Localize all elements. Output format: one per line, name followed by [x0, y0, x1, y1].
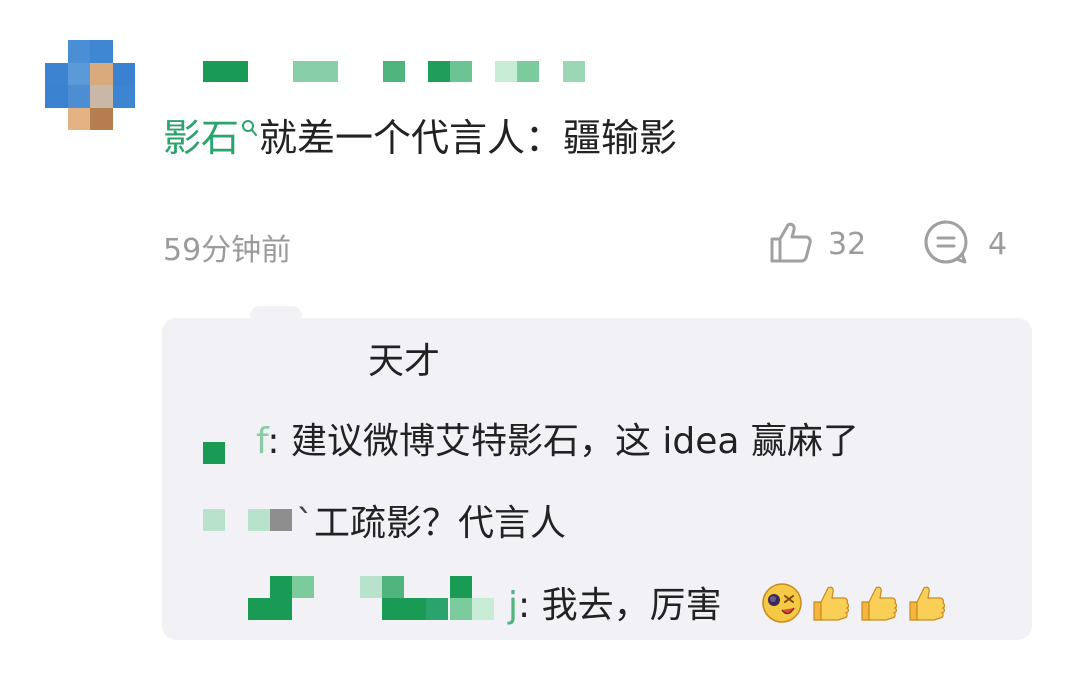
thumbs-up-emoji	[906, 582, 950, 628]
thumbs-up-emoji	[858, 582, 902, 628]
thumbs-up-icon	[768, 219, 814, 269]
reply-item[interactable]: j: 我去，厉害	[508, 582, 722, 630]
like-count: 32	[828, 226, 867, 262]
reply-username-redacted[interactable]	[203, 442, 225, 464]
dizzy-face-emoji	[760, 582, 806, 628]
reply-item[interactable]: `工疏影？代言人	[296, 500, 566, 548]
avatar[interactable]	[45, 40, 135, 130]
reply-emojis	[760, 582, 950, 628]
reply-username-fragment: j	[508, 585, 519, 626]
reply-username-fragment: f	[256, 421, 268, 462]
thumbs-up-emoji	[810, 582, 854, 628]
comment-text: 就差一个代言人：疆输影	[259, 116, 678, 160]
reply-username-fragment: `	[296, 503, 314, 544]
reply-username-redacted[interactable]	[203, 509, 225, 531]
reply-username-redacted	[248, 509, 270, 531]
comment-body: 影石 就差一个代言人：疆输影	[163, 113, 677, 163]
reply-count: 4	[988, 226, 1008, 262]
reply-username-redacted[interactable]	[248, 576, 518, 622]
comment-icon	[922, 218, 970, 270]
reply-text: 天才	[368, 341, 441, 382]
username-redacted[interactable]	[203, 61, 593, 83]
like-button[interactable]: 32	[768, 220, 866, 268]
reply-item[interactable]: 天才	[368, 338, 440, 386]
reply-item[interactable]: f: 建议微博艾特影石，这 idea 赢麻了	[256, 418, 859, 466]
topic-link[interactable]: 影石	[163, 116, 239, 160]
reply-text: 工疏影？代言人	[314, 503, 567, 544]
reply-button[interactable]: 4	[922, 220, 1007, 268]
reply-text: : 建议微博艾特影石，这 idea 赢麻了	[267, 421, 859, 462]
reply-username-redacted	[270, 509, 292, 531]
reply-text: : 我去，厉害	[518, 585, 722, 626]
timestamp: 59分钟前	[163, 233, 292, 268]
search-icon	[241, 113, 258, 139]
